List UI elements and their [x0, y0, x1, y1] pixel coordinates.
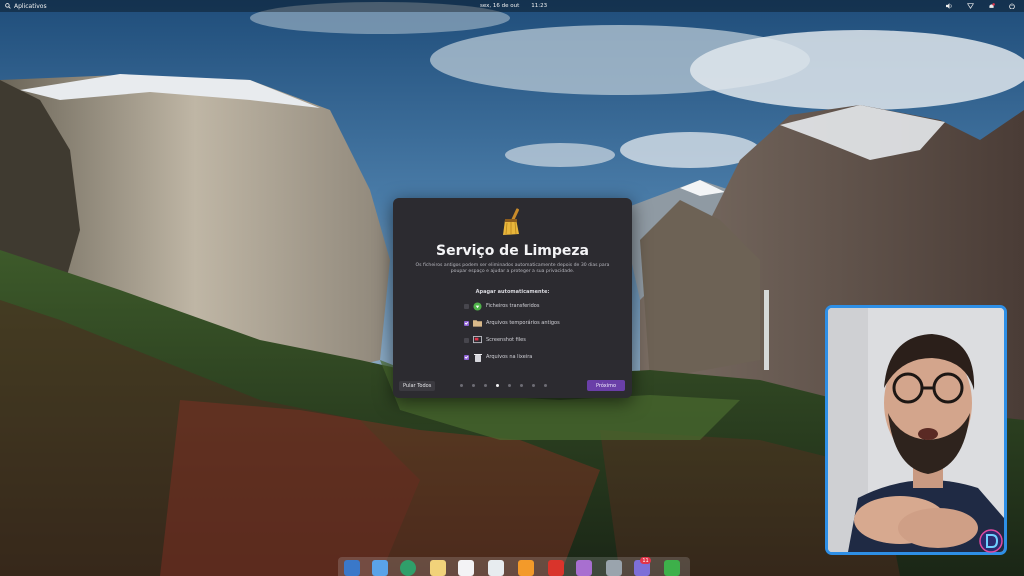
- dock: [338, 557, 690, 576]
- broom-icon: [503, 208, 520, 235]
- page-dot[interactable]: [544, 384, 547, 387]
- checkbox-screenshot-files[interactable]: [464, 337, 469, 343]
- page-dot-active[interactable]: [496, 384, 499, 387]
- network-icon[interactable]: [966, 2, 974, 10]
- page-dot[interactable]: [484, 384, 487, 387]
- tasks-icon[interactable]: [458, 560, 474, 576]
- notifications-icon[interactable]: [987, 2, 995, 10]
- checkbox-downloaded-files[interactable]: [464, 303, 469, 309]
- time-label: 11:23: [531, 3, 548, 9]
- checkmark-icon[interactable]: [664, 560, 680, 576]
- page-dot[interactable]: [472, 384, 475, 387]
- option-label: Arquivos na lixeira: [486, 354, 533, 360]
- page-dot[interactable]: [532, 384, 535, 387]
- system-indicators: [945, 0, 1016, 12]
- dialog-description: Os ficheiros antigos podem ser eliminado…: [415, 263, 610, 274]
- channel-logo: [979, 529, 1003, 553]
- date-time-indicator[interactable]: sex, 16 de out 11:23: [480, 0, 547, 12]
- option-label: Arquivos temporários antigos: [486, 320, 560, 326]
- volume-icon[interactable]: [945, 2, 953, 10]
- top-panel: Aplicativos sex, 16 de out 11:23: [0, 0, 1024, 12]
- music-icon[interactable]: [518, 560, 534, 576]
- date-label: sex, 16 de out: [480, 3, 520, 9]
- screenshot-icon: [473, 336, 482, 345]
- option-label: Screenshot files: [486, 337, 526, 343]
- option-downloaded-files[interactable]: Ficheiros transferidos: [464, 301, 539, 311]
- page-dot[interactable]: [520, 384, 523, 387]
- webcam-overlay: [825, 305, 1007, 555]
- option-label: Ficheiros transferidos: [486, 303, 540, 309]
- applications-menu[interactable]: Aplicativos: [5, 0, 47, 12]
- settings-icon[interactable]: [606, 560, 622, 576]
- files-icon[interactable]: [344, 560, 360, 576]
- option-screenshot-files[interactable]: Screenshot files: [464, 335, 526, 345]
- auto-delete-label: Apagar automaticamente:: [475, 289, 550, 295]
- power-icon[interactable]: [1008, 2, 1016, 10]
- photos-icon[interactable]: [576, 560, 592, 576]
- folder-icon: [473, 319, 482, 328]
- mail-icon[interactable]: [430, 560, 446, 576]
- cleanup-service-dialog: Serviço de Limpeza Os ficheiros antigos …: [393, 198, 632, 398]
- option-trash-files[interactable]: Arquivos na lixeira: [464, 352, 532, 362]
- search-icon: [5, 3, 11, 9]
- page-indicator: [460, 384, 547, 387]
- trash-icon: [473, 353, 482, 362]
- appcenter-badge: 11: [640, 557, 651, 564]
- option-old-temp-files[interactable]: Arquivos temporários antigos: [464, 318, 560, 328]
- checkbox-old-temp-files[interactable]: [464, 320, 469, 326]
- checkbox-trash-files[interactable]: [464, 354, 469, 360]
- page-dot[interactable]: [460, 384, 463, 387]
- search-icon[interactable]: [372, 560, 388, 576]
- next-button[interactable]: Próximo: [587, 380, 625, 391]
- download-icon: [473, 301, 482, 311]
- spreadsheet-icon[interactable]: [488, 560, 504, 576]
- dialog-title: Serviço de Limpeza: [435, 243, 589, 259]
- presenter-video: [828, 308, 1004, 552]
- applications-label: Aplicativos: [14, 2, 47, 10]
- videos-icon[interactable]: [548, 560, 564, 576]
- skip-all-button[interactable]: Pular Todos: [399, 381, 436, 391]
- web-browser-icon[interactable]: [400, 560, 416, 576]
- page-dot[interactable]: [508, 384, 511, 387]
